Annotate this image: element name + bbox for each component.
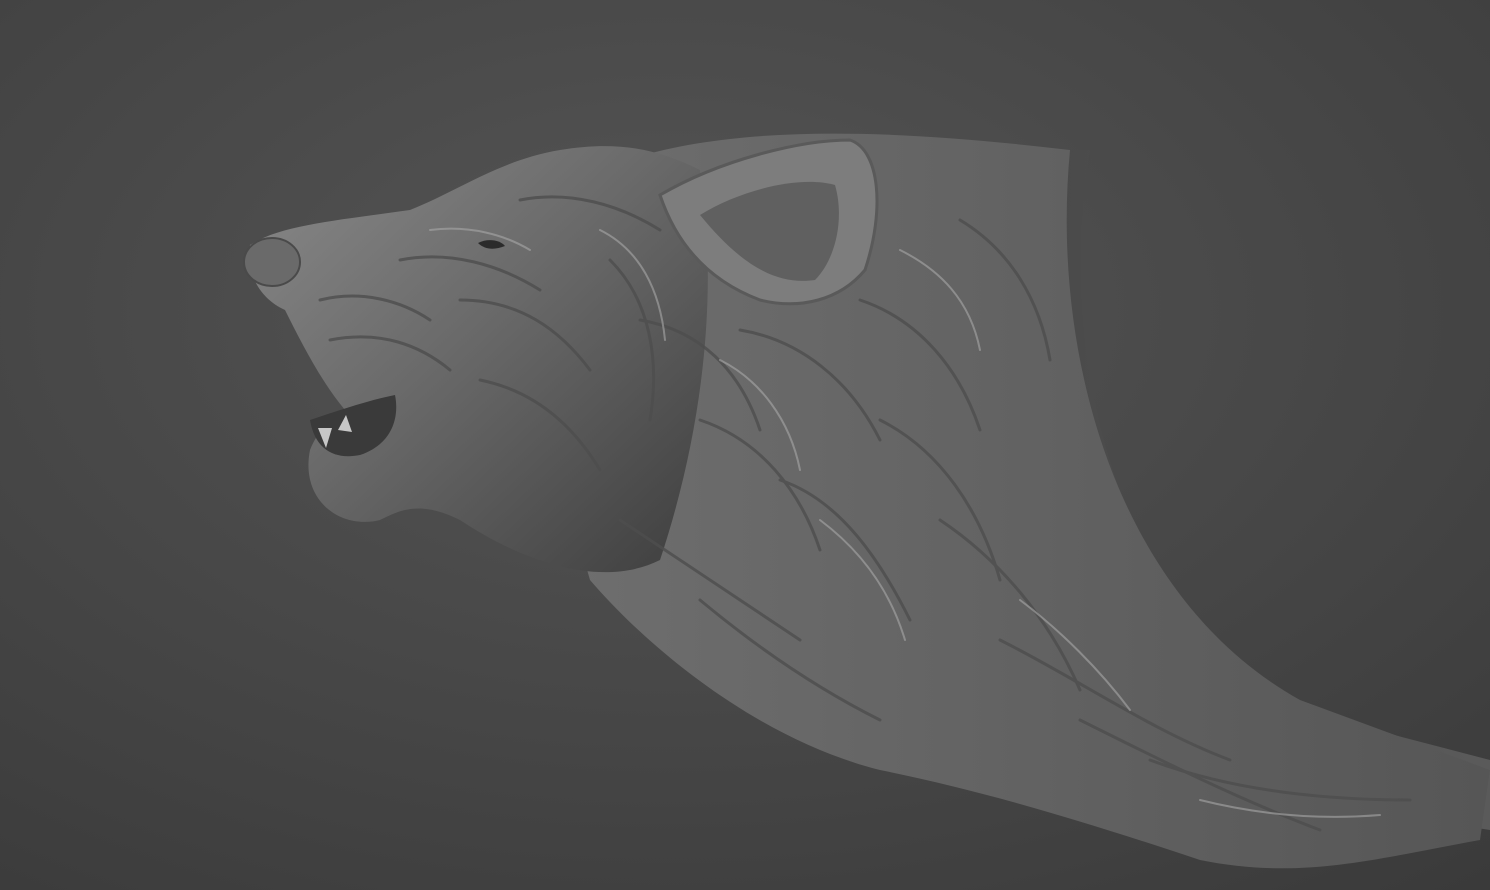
wolf-nose xyxy=(243,237,301,287)
wolf-sculpt-render xyxy=(0,0,1490,890)
sculpt-viewport[interactable] xyxy=(0,0,1490,890)
